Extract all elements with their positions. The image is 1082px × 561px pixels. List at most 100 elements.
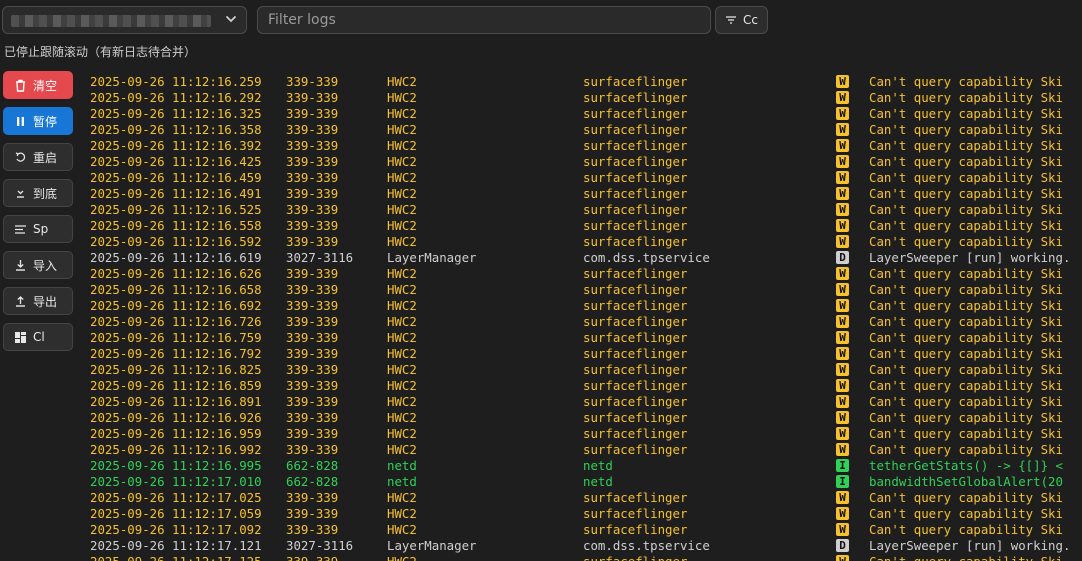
log-time: 2025-09-26 11:12:16.658 [90, 282, 262, 297]
log-process: surfaceflinger [583, 298, 688, 313]
log-level-badge: D [836, 251, 849, 264]
log-pid: 339-339 [286, 362, 339, 377]
log-row[interactable]: 2025-09-26 11:12:16.658 339-339 HWC2 surfac… [84, 282, 1082, 298]
log-row[interactable]: 2025-09-26 11:12:16.491 339-339 HWC2 surfac… [84, 186, 1082, 202]
log-message: Can't query capability Ski [869, 442, 1063, 457]
log-pid: 662-828 [286, 474, 339, 489]
log-row[interactable]: 2025-09-26 11:12:16.392 339-339 HWC2 surfac… [84, 138, 1082, 154]
log-row[interactable]: 2025-09-26 11:12:16.425 339-339 HWC2 surfac… [84, 154, 1082, 170]
filter-logs-input[interactable] [257, 6, 711, 34]
log-level-badge: W [836, 283, 849, 296]
log-tag: HWC2 [387, 378, 417, 393]
log-row[interactable]: 2025-09-26 11:12:16.959 339-339 HWC2 surfac… [84, 426, 1082, 442]
log-row[interactable]: 2025-09-26 11:12:16.891 339-339 HWC2 surfac… [84, 394, 1082, 410]
log-row[interactable]: 2025-09-26 11:12:16.992 339-339 HWC2 surfac… [84, 442, 1082, 458]
log-message: LayerSweeper [run] working. [869, 250, 1071, 265]
log-row[interactable]: 2025-09-26 11:12:17.125 339-339 HWC2 surfac… [84, 554, 1082, 561]
log-message: Can't query capability Ski [869, 378, 1063, 393]
log-row[interactable]: 2025-09-26 11:12:16.325 339-339 HWC2 surfac… [84, 106, 1082, 122]
split-button[interactable]: Sp [3, 215, 73, 243]
log-row[interactable]: 2025-09-26 11:12:16.726 339-339 HWC2 surfac… [84, 314, 1082, 330]
import-button[interactable]: 导入 [3, 251, 73, 279]
log-pid: 662-828 [286, 458, 339, 473]
log-level-badge: W [836, 139, 849, 152]
log-level-badge: W [836, 427, 849, 440]
scroll-to-bottom-label: 到底 [33, 186, 58, 201]
log-row[interactable]: 2025-09-26 11:12:17.121 3027-3116 LayerMan… [84, 538, 1082, 554]
log-process: surfaceflinger [583, 202, 688, 217]
log-row[interactable]: 2025-09-26 11:12:16.558 339-339 HWC2 surfac… [84, 218, 1082, 234]
log-tag: netd [387, 474, 417, 489]
log-tag: HWC2 [387, 490, 417, 505]
log-level-badge: I [836, 475, 849, 488]
log-pid: 3027-3116 [286, 250, 354, 265]
log-tag: HWC2 [387, 170, 417, 185]
device-select[interactable] [2, 6, 247, 34]
log-tag: HWC2 [387, 106, 417, 121]
log-row[interactable]: 2025-09-26 11:12:16.592 339-339 HWC2 surfac… [84, 234, 1082, 250]
log-row[interactable]: 2025-09-26 11:12:17.010 662-828 netd netd Ib… [84, 474, 1082, 490]
log-message: Can't query capability Ski [869, 266, 1063, 281]
log-row[interactable]: 2025-09-26 11:12:16.825 339-339 HWC2 surfac… [84, 362, 1082, 378]
log-tag: HWC2 [387, 298, 417, 313]
log-pid: 339-339 [286, 426, 339, 441]
log-level-badge: W [836, 347, 849, 360]
log-time: 2025-09-26 11:12:17.092 [90, 522, 262, 537]
log-tag: LayerManager [387, 250, 477, 265]
log-pid: 339-339 [286, 522, 339, 537]
log-row[interactable]: 2025-09-26 11:12:16.459 339-339 HWC2 surfac… [84, 170, 1082, 186]
log-process: com.dss.tpservice [583, 538, 710, 553]
log-row[interactable]: 2025-09-26 11:12:17.059 339-339 HWC2 surfac… [84, 506, 1082, 522]
log-level-badge: W [836, 107, 849, 120]
filter-options-button[interactable]: Cc [715, 6, 768, 34]
log-process: surfaceflinger [583, 90, 688, 105]
log-row[interactable]: 2025-09-26 11:12:16.792 339-339 HWC2 surfac… [84, 346, 1082, 362]
log-row[interactable]: 2025-09-26 11:12:16.926 339-339 HWC2 surfac… [84, 410, 1082, 426]
log-process: netd [583, 458, 613, 473]
log-row[interactable]: 2025-09-26 11:12:17.092 339-339 HWC2 surfac… [84, 522, 1082, 538]
log-row[interactable]: 2025-09-26 11:12:16.759 339-339 HWC2 surfac… [84, 330, 1082, 346]
log-tag: HWC2 [387, 410, 417, 425]
columns-button[interactable]: Cl [3, 323, 73, 351]
log-process: surfaceflinger [583, 378, 688, 393]
log-row[interactable]: 2025-09-26 11:12:16.358 339-339 HWC2 surfac… [84, 122, 1082, 138]
pause-icon [17, 116, 24, 126]
log-row[interactable]: 2025-09-26 11:12:16.619 3027-3116 LayerMan… [84, 250, 1082, 266]
log-time: 2025-09-26 11:12:16.992 [90, 442, 262, 457]
log-row[interactable]: 2025-09-26 11:12:16.859 339-339 HWC2 surfac… [84, 378, 1082, 394]
log-time: 2025-09-26 11:12:16.619 [90, 250, 262, 265]
chevron-down-icon [226, 16, 236, 23]
log-message: Can't query capability Ski [869, 394, 1063, 409]
log-level-badge: W [836, 443, 849, 456]
scroll-to-bottom-button[interactable]: 到底 [3, 179, 73, 207]
log-level-badge: W [836, 491, 849, 504]
log-level-badge: D [836, 539, 849, 552]
log-list[interactable]: 2025-09-26 11:12:16.259 339-339 HWC2 surfac… [84, 74, 1082, 561]
log-row[interactable]: 2025-09-26 11:12:16.292 339-339 HWC2 surfac… [84, 90, 1082, 106]
export-label: 导出 [33, 294, 58, 309]
log-process: surfaceflinger [583, 186, 688, 201]
log-pid: 339-339 [286, 394, 339, 409]
log-row[interactable]: 2025-09-26 11:12:16.692 339-339 HWC2 surfac… [84, 298, 1082, 314]
log-time: 2025-09-26 11:12:16.325 [90, 106, 262, 121]
log-time: 2025-09-26 11:12:16.392 [90, 138, 262, 153]
log-message: Can't query capability Ski [869, 122, 1063, 137]
log-message: Can't query capability Ski [869, 106, 1063, 121]
log-row[interactable]: 2025-09-26 11:12:16.259 339-339 HWC2 surfac… [84, 74, 1082, 90]
log-row[interactable]: 2025-09-26 11:12:16.626 339-339 HWC2 surfac… [84, 266, 1082, 282]
log-row[interactable]: 2025-09-26 11:12:16.525 339-339 HWC2 surfac… [84, 202, 1082, 218]
log-level-badge: W [836, 75, 849, 88]
restart-label: 重启 [33, 150, 58, 165]
clear-button[interactable]: 清空 [3, 71, 73, 99]
log-row[interactable]: 2025-09-26 11:12:16.995 662-828 netd netd It… [84, 458, 1082, 474]
scroll-bottom-icon [17, 190, 24, 198]
log-pid: 339-339 [286, 490, 339, 505]
top-toolbar: Cc [0, 0, 1082, 40]
export-button[interactable]: 导出 [3, 287, 73, 315]
log-message: Can't query capability Ski [869, 218, 1063, 233]
log-row[interactable]: 2025-09-26 11:12:17.025 339-339 HWC2 surfac… [84, 490, 1082, 506]
pause-button[interactable]: 暂停 [3, 107, 73, 135]
log-level-badge: I [836, 459, 849, 472]
restart-button[interactable]: 重启 [3, 143, 73, 171]
log-tag: HWC2 [387, 186, 417, 201]
